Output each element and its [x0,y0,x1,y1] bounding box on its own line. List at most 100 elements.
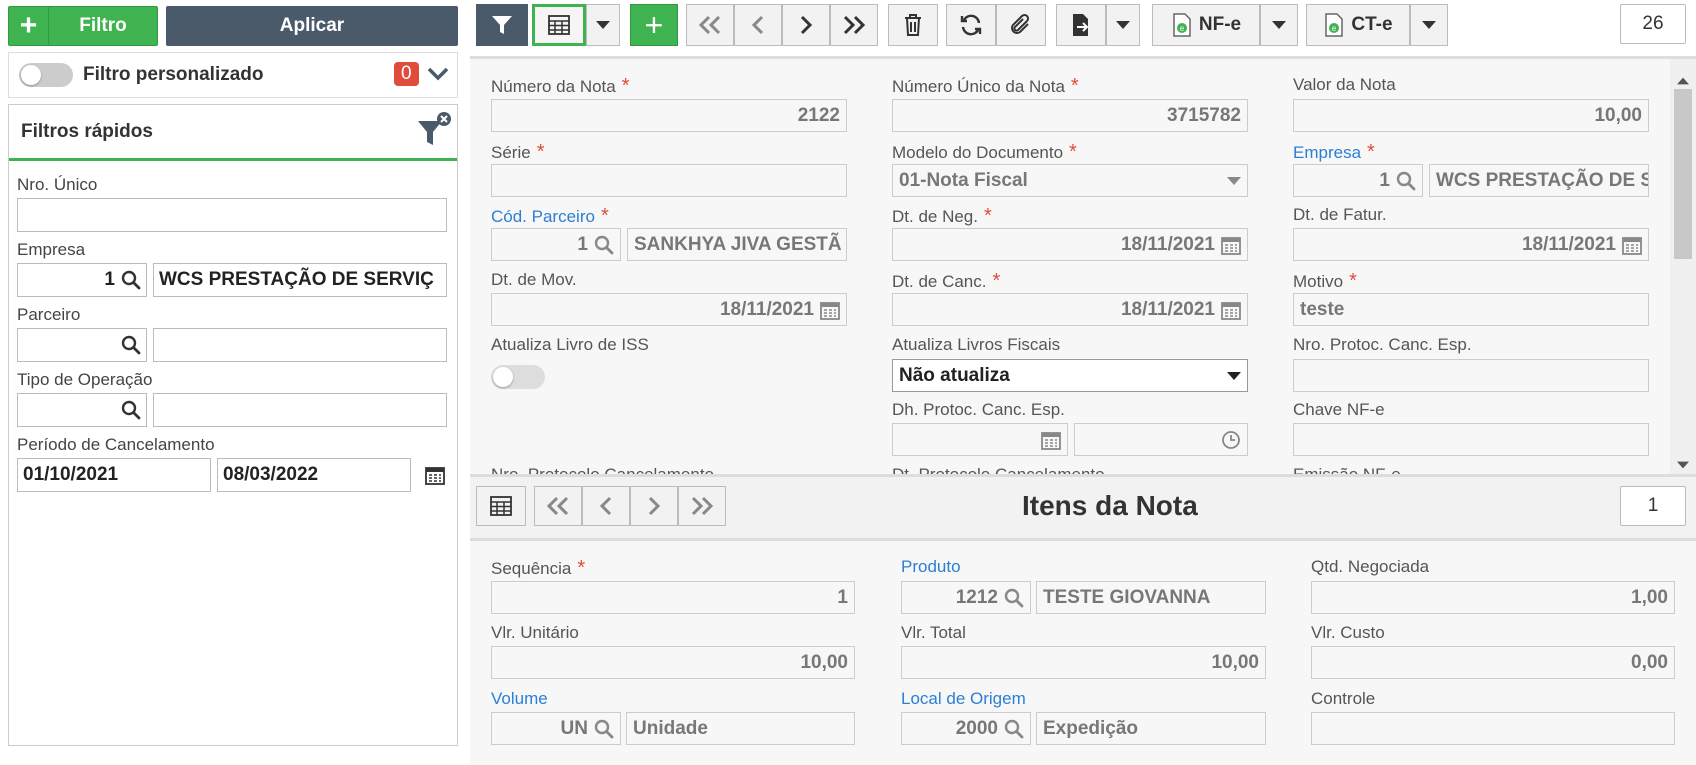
search-icon[interactable] [121,400,141,420]
local-origem-code-input[interactable]: 2000 [901,712,1031,745]
last-record-button[interactable] [830,4,878,46]
add-record-button[interactable]: + [630,4,678,46]
atualiza-fiscais-select[interactable]: Não atualiza [892,359,1248,392]
produto-name-input[interactable]: TESTE GIOVANNA [1036,581,1266,614]
vlr-total-label: Vlr. Total [901,623,966,642]
volume-name-input[interactable]: Unidade [626,712,855,745]
apply-button[interactable]: Aplicar [166,6,458,46]
nfe-button[interactable]: e NF-e [1152,4,1260,46]
grid-icon [490,496,512,516]
items-first-button[interactable] [534,486,582,526]
cod-parceiro-label[interactable]: Cód. Parceiro * [491,205,609,228]
empresa-code-input[interactable]: 1 [17,263,147,297]
valor-nota-input[interactable]: 10,00 [1293,99,1649,132]
items-grid-view-button[interactable] [476,486,526,526]
tipo-operacao-name-input[interactable] [153,393,447,427]
modelo-doc-value: 01-Nota Fiscal [899,169,1028,191]
export-button[interactable] [1056,4,1106,46]
scroll-down-icon[interactable] [1677,461,1689,469]
export-dropdown-button[interactable] [1106,4,1140,46]
calendar-icon[interactable] [1221,300,1241,320]
periodo-start-input[interactable]: 01/10/2021 [17,458,211,492]
search-icon[interactable] [121,335,141,355]
nfe-dropdown-button[interactable] [1260,4,1298,46]
custom-filter-toggle[interactable] [19,63,73,87]
chave-nfe-input[interactable] [1293,423,1649,456]
scroll-thumb[interactable] [1674,89,1692,259]
svg-text:e: e [1180,24,1185,33]
nro-unico-input[interactable] [17,198,447,232]
motivo-input[interactable]: teste [1293,293,1649,326]
search-icon[interactable] [121,270,141,290]
parceiro-name-input[interactable] [153,328,447,362]
cod-parceiro-code-input[interactable]: 1 [491,228,621,261]
calendar-icon[interactable] [1221,235,1241,255]
search-icon[interactable] [594,719,614,739]
tipo-operacao-code-input[interactable] [17,393,147,427]
dt-mov-input[interactable]: 18/11/2021 [491,293,847,326]
numero-unico-input[interactable]: 3715782 [892,99,1248,132]
form-scrollbar[interactable] [1670,59,1696,476]
sequencia-input[interactable]: 1 [491,581,855,614]
produto-label[interactable]: Produto [901,557,961,577]
attach-button[interactable] [996,4,1046,46]
vlr-unitario-input[interactable]: 10,00 [491,646,855,679]
nfe-label: NF-e [1198,14,1242,35]
parceiro-code-input[interactable] [17,328,147,362]
items-last-button[interactable] [678,486,726,526]
controle-input[interactable] [1311,712,1675,745]
empresa-name-input[interactable]: WCS PRESTAÇÃO DE SERVIÇ [153,263,447,297]
add-filter-button[interactable]: + Filtro [8,6,158,46]
clear-filter-icon[interactable] [417,111,451,149]
calendar-icon[interactable] [820,300,840,320]
vlr-custo-label: Vlr. Custo [1311,623,1385,642]
controle-label: Controle [1311,689,1376,708]
items-previous-button[interactable] [582,486,630,526]
qtd-negociada-input[interactable]: 1,00 [1311,581,1675,614]
delete-button[interactable] [888,4,938,46]
volume-code-input[interactable]: UN [491,712,621,745]
filter-toggle-button[interactable] [476,4,528,46]
dt-neg-input[interactable]: 18/11/2021 [892,228,1248,261]
modelo-doc-select[interactable]: 01-Nota Fiscal [892,164,1248,197]
calendar-icon[interactable] [1041,430,1061,450]
dt-fatur-input[interactable]: 18/11/2021 [1293,228,1649,261]
search-icon[interactable] [1004,719,1024,739]
first-record-button[interactable] [686,4,734,46]
periodo-end-input[interactable]: 08/03/2022 [217,458,411,492]
search-icon[interactable] [1396,171,1416,191]
calendar-icon[interactable] [425,465,445,485]
cte-dropdown-button[interactable] [1410,4,1448,46]
empresa-name-input[interactable]: WCS PRESTAÇÃO DE S [1429,164,1649,197]
chevron-down-icon[interactable] [427,65,449,83]
export-document-icon [1073,14,1089,36]
dh-protoc-date-input[interactable] [892,423,1068,456]
numero-nota-input[interactable]: 2122 [491,99,847,132]
previous-record-button[interactable] [734,4,782,46]
dh-protoc-time-input[interactable] [1074,423,1248,456]
atualiza-iss-toggle[interactable] [491,365,545,389]
nro-protoc-input[interactable] [1293,359,1649,392]
search-icon[interactable] [594,235,614,255]
produto-code-input[interactable]: 1212 [901,581,1031,614]
refresh-button[interactable] [946,4,996,46]
cte-button[interactable]: e CT-e [1306,4,1410,46]
serie-input[interactable] [491,164,847,197]
search-icon[interactable] [1004,588,1024,608]
local-origem-label[interactable]: Local de Origem [901,689,1026,709]
grid-view-button[interactable] [532,4,586,46]
vlr-custo-input[interactable]: 0,00 [1311,646,1675,679]
vlr-total-input[interactable]: 10,00 [901,646,1266,679]
next-record-button[interactable] [782,4,830,46]
clock-icon[interactable] [1221,430,1241,450]
scroll-up-icon[interactable] [1677,77,1689,85]
volume-label[interactable]: Volume [491,689,548,709]
calendar-icon[interactable] [1622,235,1642,255]
empresa-code-input[interactable]: 1 [1293,164,1423,197]
view-dropdown-button[interactable] [586,4,620,46]
empresa-label[interactable]: Empresa * [1293,141,1375,164]
items-next-button[interactable] [630,486,678,526]
cod-parceiro-name-input[interactable]: SANKHYA JIVA GESTÃ [627,228,847,261]
local-origem-name-input[interactable]: Expedição [1036,712,1266,745]
dt-canc-input[interactable]: 18/11/2021 [892,293,1248,326]
